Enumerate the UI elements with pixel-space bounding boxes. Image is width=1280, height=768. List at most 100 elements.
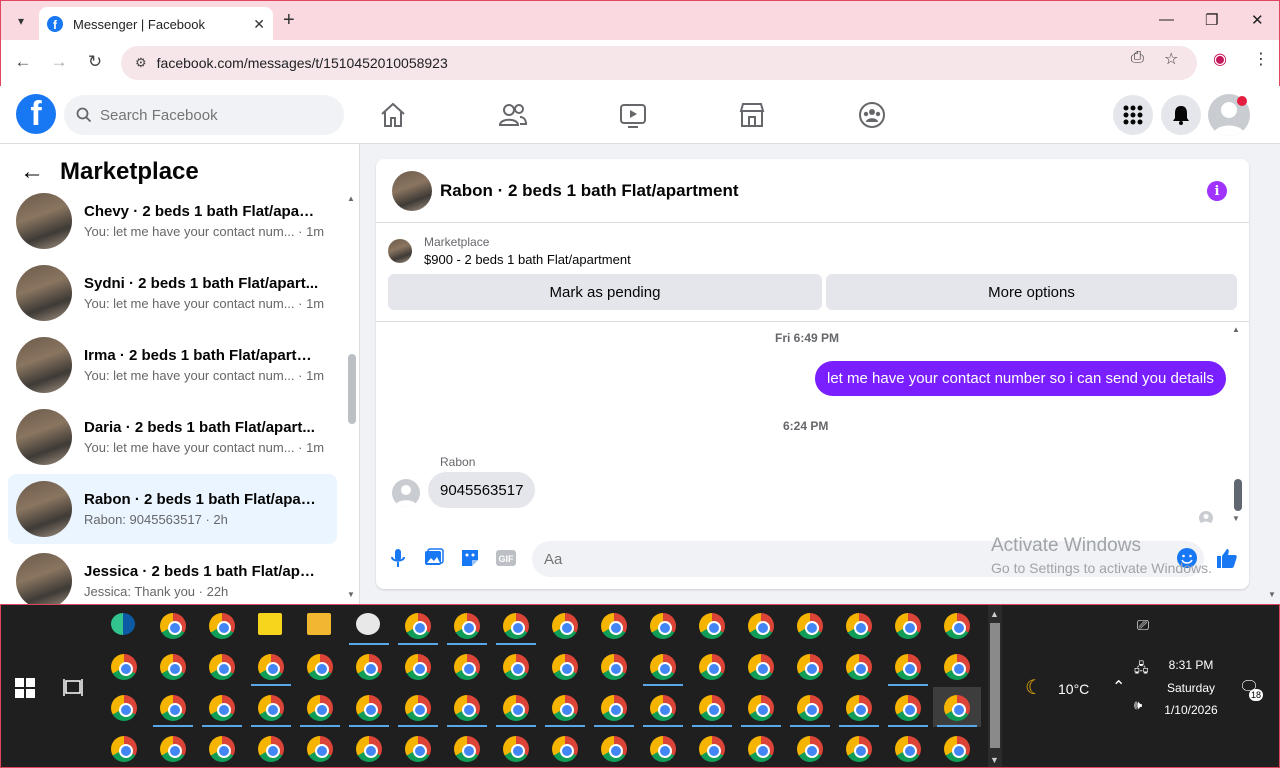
conversation-item[interactable]: Chevy · 2 beds 1 bath Flat/apart... You: …: [8, 186, 337, 256]
photo-icon[interactable]: [423, 547, 445, 569]
paint-icon[interactable]: [356, 613, 380, 635]
marketplace-listing-info[interactable]: Marketplace $900 - 2 beds 1 bath Flat/apa…: [388, 235, 631, 267]
chrome-app-icon[interactable]: [944, 613, 970, 639]
chrome-app-icon[interactable]: [454, 613, 480, 639]
windows-start-icon[interactable]: [15, 678, 35, 698]
groups-icon[interactable]: [857, 100, 887, 130]
chrome-app-icon[interactable]: [650, 736, 676, 762]
network-icon[interactable]: 🖧: [1134, 659, 1149, 681]
chrome-app-icon[interactable]: [356, 695, 382, 721]
chrome-app-icon[interactable]: [307, 736, 333, 762]
chrome-app-icon[interactable]: [307, 654, 333, 680]
chrome-app-icon[interactable]: [209, 736, 235, 762]
volume-icon[interactable]: 🕪: [1134, 697, 1142, 713]
reload-icon[interactable]: ↻: [84, 52, 106, 72]
chrome-app-icon[interactable]: [160, 695, 186, 721]
file-explorer-icon[interactable]: [307, 613, 331, 635]
clock-day[interactable]: Saturday: [1161, 681, 1221, 695]
chrome-app-icon[interactable]: [846, 613, 872, 639]
chrome-app-icon[interactable]: [699, 613, 725, 639]
profile-icon[interactable]: ◉: [1213, 49, 1227, 69]
chrome-app-icon[interactable]: [944, 654, 970, 680]
chrome-app-icon[interactable]: [209, 695, 235, 721]
chrome-app-icon[interactable]: [405, 736, 431, 762]
listing-thumbnail[interactable]: [392, 170, 432, 211]
chrome-app-icon[interactable]: [209, 654, 235, 680]
notifications-button[interactable]: [1161, 95, 1201, 135]
conversation-item-active[interactable]: Rabon · 2 beds 1 bath Flat/apart... Rabon…: [8, 474, 337, 544]
chrome-app-icon[interactable]: [454, 695, 480, 721]
video-icon[interactable]: [618, 100, 648, 130]
chrome-app-icon[interactable]: [895, 613, 921, 639]
chrome-app-icon[interactable]: [356, 736, 382, 762]
chrome-app-icon[interactable]: [748, 654, 774, 680]
site-info-icon[interactable]: ⚙: [135, 55, 147, 71]
chrome-app-icon[interactable]: [209, 613, 235, 639]
new-tab-icon[interactable]: +: [283, 9, 295, 32]
chrome-app-icon[interactable]: [699, 736, 725, 762]
chrome-app-icon[interactable]: [895, 654, 921, 680]
chrome-app-icon[interactable]: [748, 613, 774, 639]
chrome-app-icon[interactable]: [601, 613, 627, 639]
back-icon[interactable]: ←: [12, 52, 34, 72]
minimize-icon[interactable]: —: [1159, 11, 1174, 28]
chrome-app-icon[interactable]: [111, 695, 137, 721]
chrome-app-icon[interactable]: [944, 695, 970, 721]
info-icon[interactable]: i: [1207, 181, 1227, 201]
chrome-app-icon[interactable]: [160, 613, 186, 639]
chrome-app-icon[interactable]: [111, 736, 137, 762]
page-scroll-down-icon[interactable]: ▼: [1268, 590, 1276, 599]
conversation-item[interactable]: Irma · 2 beds 1 bath Flat/apartm... You: …: [8, 330, 337, 400]
browser-tab[interactable]: f Messenger | Facebook ✕: [39, 7, 273, 41]
sticky-notes-icon[interactable]: [258, 613, 282, 635]
chrome-app-icon[interactable]: [846, 654, 872, 680]
chrome-app-icon[interactable]: [258, 736, 284, 762]
chrome-app-icon[interactable]: [503, 695, 529, 721]
weather-temperature[interactable]: 10°C: [1058, 681, 1089, 697]
tab-close-icon[interactable]: ✕: [253, 16, 265, 33]
tab-search-dropdown-icon[interactable]: ▾: [9, 9, 33, 33]
conversation-item[interactable]: Sydni · 2 beds 1 bath Flat/apart... You: …: [8, 258, 337, 328]
chrome-app-icon[interactable]: [846, 736, 872, 762]
maximize-icon[interactable]: ❐: [1205, 11, 1218, 29]
chrome-app-icon[interactable]: [552, 613, 578, 639]
forward-icon[interactable]: →: [48, 52, 70, 72]
search-input[interactable]: [100, 106, 320, 124]
taskbar-scroll-thumb[interactable]: [990, 623, 1000, 748]
friends-icon[interactable]: [498, 100, 528, 130]
tray-overflow-chevron-icon[interactable]: ⌃: [1112, 677, 1125, 697]
chrome-app-icon[interactable]: [846, 695, 872, 721]
edge-icon[interactable]: [111, 613, 135, 635]
chrome-app-icon[interactable]: [895, 695, 921, 721]
omnibox[interactable]: ⚙ facebook.com/messages/t/15104520100589…: [121, 46, 1197, 80]
chrome-app-icon[interactable]: [258, 654, 284, 680]
chrome-app-icon[interactable]: [944, 736, 970, 762]
chrome-app-icon[interactable]: [454, 736, 480, 762]
back-arrow-icon[interactable]: ←: [20, 158, 44, 186]
chrome-app-icon[interactable]: [601, 736, 627, 762]
chrome-app-icon[interactable]: [258, 695, 284, 721]
more-options-button[interactable]: More options: [826, 274, 1237, 310]
gif-icon[interactable]: GIF: [495, 547, 517, 569]
chat-scroll-down-icon[interactable]: ▼: [1232, 514, 1240, 523]
scroll-down-icon[interactable]: ▼: [347, 590, 355, 599]
clock-date[interactable]: 1/10/2026: [1156, 703, 1226, 717]
chrome-app-icon[interactable]: [160, 736, 186, 762]
chrome-app-icon[interactable]: [552, 736, 578, 762]
scroll-up-icon[interactable]: ▲: [347, 194, 355, 203]
chrome-menu-icon[interactable]: ⋮: [1253, 49, 1269, 69]
conversation-item[interactable]: Daria · 2 beds 1 bath Flat/apart... You: …: [8, 402, 337, 472]
microphone-icon[interactable]: [387, 547, 409, 569]
chrome-app-icon[interactable]: [503, 613, 529, 639]
chat-title[interactable]: Rabon · 2 beds 1 bath Flat/apartment: [440, 181, 739, 201]
chrome-app-icon[interactable]: [307, 695, 333, 721]
chrome-app-icon[interactable]: [454, 654, 480, 680]
sticker-icon[interactable]: [459, 547, 481, 569]
chrome-app-icon[interactable]: [797, 654, 823, 680]
chrome-app-icon[interactable]: [405, 695, 431, 721]
install-app-icon[interactable]: ⎙: [1131, 49, 1144, 67]
chrome-app-icon[interactable]: [748, 736, 774, 762]
close-window-icon[interactable]: ✕: [1251, 11, 1264, 29]
chrome-app-icon[interactable]: [356, 654, 382, 680]
chrome-app-icon[interactable]: [895, 736, 921, 762]
